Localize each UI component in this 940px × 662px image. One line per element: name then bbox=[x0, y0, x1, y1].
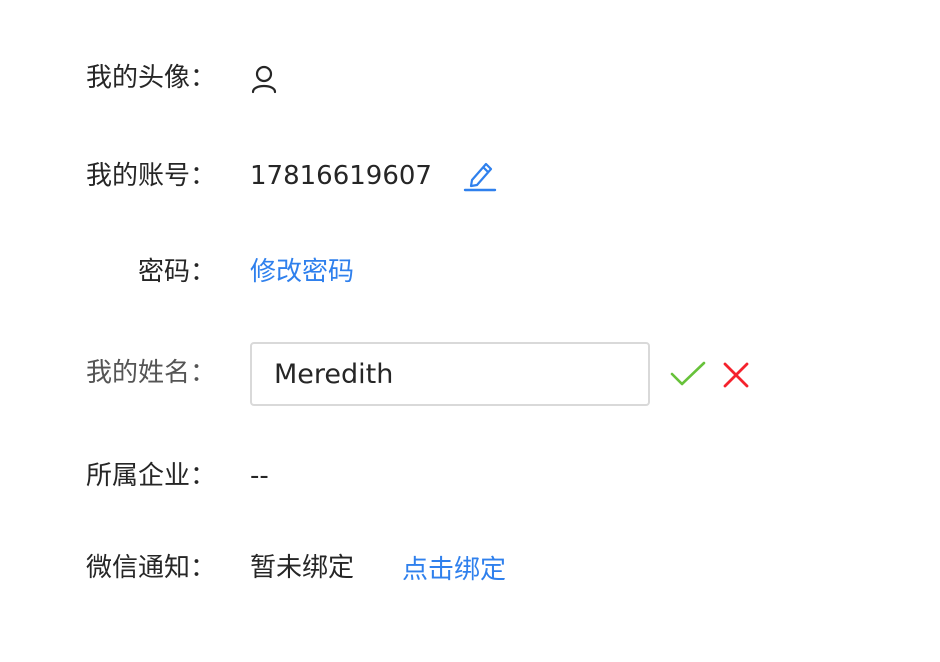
name-label: 我的姓名： bbox=[85, 358, 216, 388]
password-row: 密码： 修改密码 bbox=[0, 242, 940, 302]
check-icon[interactable] bbox=[670, 360, 706, 392]
password-label: 密码： bbox=[137, 257, 216, 287]
avatar-label: 我的头像： bbox=[85, 63, 216, 93]
avatar-row: 我的头像： bbox=[0, 48, 940, 108]
wechat-label: 微信通知： bbox=[85, 553, 216, 583]
company-value: -- bbox=[250, 461, 269, 491]
account-value: 17816619607 bbox=[250, 161, 432, 191]
close-icon[interactable] bbox=[722, 361, 750, 393]
wechat-row: 微信通知： 暂未绑定 点击绑定 bbox=[0, 538, 940, 598]
change-password-link[interactable]: 修改密码 bbox=[250, 242, 354, 302]
bind-wechat-link[interactable]: 点击绑定 bbox=[402, 540, 506, 600]
account-label: 我的账号： bbox=[85, 161, 216, 191]
wechat-status: 暂未绑定 bbox=[250, 553, 355, 583]
company-label: 所属企业： bbox=[85, 461, 216, 491]
name-row: 我的姓名： bbox=[0, 342, 940, 406]
user-icon[interactable] bbox=[250, 64, 278, 98]
company-row: 所属企业： -- bbox=[0, 446, 940, 506]
account-row: 我的账号： 17816619607 bbox=[0, 146, 940, 206]
pencil-edit-icon[interactable] bbox=[462, 158, 498, 196]
name-input[interactable] bbox=[250, 342, 650, 406]
